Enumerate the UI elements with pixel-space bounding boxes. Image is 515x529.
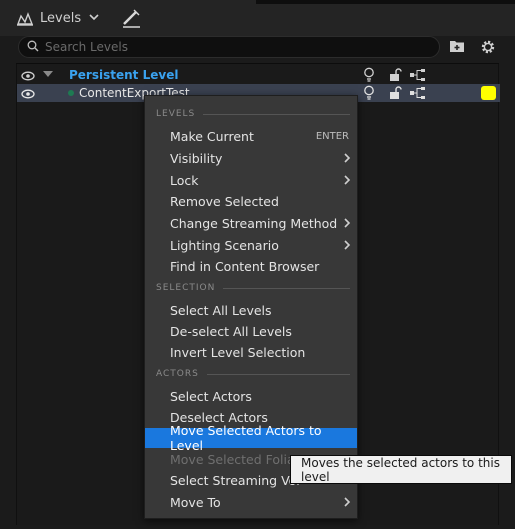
section-divider bbox=[206, 373, 350, 375]
menu-item-find-in-content-browser[interactable]: Find in Content Browser bbox=[145, 256, 357, 276]
menu-item-invert-level-selection[interactable]: Invert Level Selection bbox=[145, 342, 357, 362]
menu-item-label: Visibility bbox=[170, 150, 223, 166]
chevron-right-icon bbox=[343, 239, 351, 251]
chevron-right-icon bbox=[343, 217, 351, 229]
menu-item-lighting-scenario[interactable]: Lighting Scenario bbox=[145, 235, 357, 255]
chevron-right-icon bbox=[343, 152, 351, 164]
levels-tab-label: Levels bbox=[40, 10, 82, 26]
gear-icon[interactable] bbox=[479, 38, 497, 56]
level-status-dot bbox=[68, 90, 74, 96]
menu-item-label: Move Selected Foliag bbox=[170, 451, 303, 467]
level-color-swatch[interactable] bbox=[481, 86, 496, 100]
tooltip-text: Moves the selected actors to this level bbox=[301, 455, 500, 484]
lightbulb-icon[interactable] bbox=[363, 85, 375, 101]
menu-item-label: Move To bbox=[170, 494, 221, 510]
section-label-actors: ACTORS bbox=[156, 369, 199, 379]
section-label-levels: LEVELS bbox=[156, 109, 196, 119]
add-folder-icon[interactable] bbox=[449, 39, 465, 53]
expand-triangle-icon[interactable] bbox=[43, 71, 53, 77]
menu-item-deselect-all-levels[interactable]: De-select All Levels bbox=[145, 321, 357, 341]
menu-item-label: Lighting Scenario bbox=[170, 237, 279, 253]
section-header-actors: ACTORS bbox=[156, 367, 350, 381]
menu-item-make-current[interactable]: Make Current ENTER bbox=[145, 126, 357, 146]
menu-item-label: Select Actors bbox=[170, 388, 252, 404]
edit-pencil-icon[interactable] bbox=[120, 8, 142, 28]
persistent-level-label: Persistent Level bbox=[69, 68, 179, 82]
menu-item-label: Invert Level Selection bbox=[170, 344, 306, 360]
menu-item-select-actors[interactable]: Select Actors bbox=[145, 386, 357, 406]
eye-icon[interactable] bbox=[21, 88, 35, 99]
menu-item-label: Lock bbox=[170, 172, 199, 188]
tab-strip-background bbox=[256, 0, 515, 4]
menu-item-label: Change Streaming Method bbox=[170, 215, 338, 231]
shortcut-label: ENTER bbox=[315, 130, 349, 142]
menu-item-remove-selected[interactable]: Remove Selected bbox=[145, 191, 357, 211]
section-header-levels: LEVELS bbox=[156, 107, 350, 121]
menu-item-lock[interactable]: Lock bbox=[145, 170, 357, 190]
menu-item-label: De-select All Levels bbox=[170, 323, 292, 339]
menu-item-move-to[interactable]: Move To bbox=[145, 492, 357, 512]
hierarchy-icon[interactable] bbox=[409, 68, 427, 82]
menu-item-label: Select Streaming Vol bbox=[170, 472, 300, 488]
unlock-icon[interactable] bbox=[389, 68, 403, 82]
menu-item-label: Find in Content Browser bbox=[170, 258, 320, 274]
section-divider bbox=[203, 113, 350, 115]
menu-item-label: Make Current bbox=[170, 128, 254, 144]
search-box[interactable] bbox=[18, 36, 440, 58]
level-row-persistent[interactable]: Persistent Level bbox=[17, 66, 500, 84]
lightbulb-icon[interactable] bbox=[363, 67, 375, 83]
search-row bbox=[0, 36, 515, 62]
section-header-selection: SELECTION bbox=[156, 281, 350, 295]
menu-item-label: Select All Levels bbox=[170, 302, 272, 318]
eye-icon[interactable] bbox=[21, 70, 35, 81]
menu-item-change-streaming-method[interactable]: Change Streaming Method bbox=[145, 213, 357, 233]
search-icon bbox=[27, 40, 39, 55]
menu-item-select-all-levels[interactable]: Select All Levels bbox=[145, 300, 357, 320]
chevron-right-icon bbox=[343, 496, 351, 508]
section-divider bbox=[223, 287, 350, 289]
chevron-right-icon bbox=[343, 174, 351, 186]
menu-item-label: Remove Selected bbox=[170, 193, 279, 209]
hierarchy-icon[interactable] bbox=[409, 86, 427, 100]
menu-item-move-selected-actors-to-level[interactable]: Move Selected Actors to Level bbox=[145, 423, 357, 453]
menu-item-visibility[interactable]: Visibility bbox=[145, 148, 357, 168]
toolbar: Levels bbox=[0, 0, 515, 36]
tooltip: Moves the selected actors to this level bbox=[290, 455, 512, 484]
unlock-icon[interactable] bbox=[389, 86, 403, 100]
levels-tab[interactable]: Levels bbox=[16, 6, 99, 30]
section-label-selection: SELECTION bbox=[156, 283, 216, 293]
search-input[interactable] bbox=[45, 40, 405, 54]
levels-icon bbox=[16, 10, 34, 26]
chevron-down-icon bbox=[89, 13, 99, 24]
